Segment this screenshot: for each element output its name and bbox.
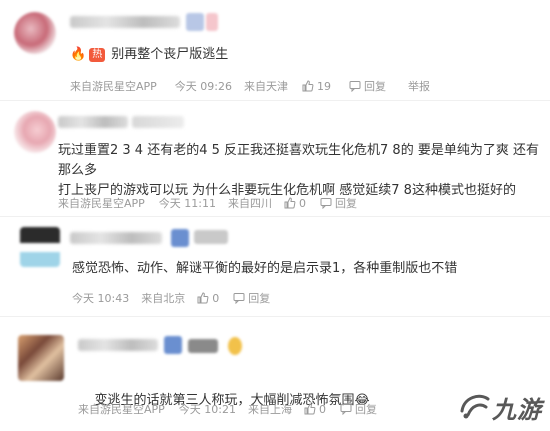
comment-meta: 今天 10:43 来自北京 0 回复 xyxy=(72,290,270,306)
username-blurred[interactable] xyxy=(70,16,180,28)
user-badge-blurred xyxy=(188,339,218,353)
reply-button[interactable]: 回复 xyxy=(248,290,270,306)
like-count[interactable]: 0 xyxy=(319,403,326,416)
thumb-up-icon[interactable] xyxy=(302,80,314,92)
comment-icon[interactable] xyxy=(320,197,332,209)
ninegame-logo-icon xyxy=(458,391,492,425)
user-badge-blurred xyxy=(171,229,189,247)
user-badge-blurred xyxy=(186,13,204,31)
user-badge-blurred xyxy=(228,337,242,355)
comment-3: 感觉恐怖、动作、解谜平衡的最好的是启示录1，各种重制版也不错 今天 10:43 … xyxy=(0,217,550,313)
avatar[interactable] xyxy=(14,12,56,54)
comment-1: 🔥 热 别再整个丧尸版逃生 来自游民星空APP 今天 09:26 来自天津 19… xyxy=(0,0,550,100)
avatar[interactable] xyxy=(20,227,60,267)
timestamp: 今天 10:43 xyxy=(72,292,130,305)
comment-body: 别再整个丧尸版逃生 xyxy=(111,47,229,62)
watermark: 九游 xyxy=(458,390,542,425)
like-count[interactable]: 19 xyxy=(317,80,331,93)
comment-body: 感觉恐怖、动作、解谜平衡的最好的是启示录1，各种重制版也不错 xyxy=(72,261,458,276)
location-label: 来自天津 xyxy=(244,80,288,93)
username-blurred[interactable] xyxy=(58,116,128,128)
username-blurred xyxy=(132,116,184,128)
comment-icon[interactable] xyxy=(349,80,361,92)
comment-icon[interactable] xyxy=(233,292,245,304)
avatar[interactable] xyxy=(14,111,56,153)
report-button[interactable]: 举报 xyxy=(408,78,430,94)
location-label: 来自四川 xyxy=(228,197,272,210)
username-blurred[interactable] xyxy=(78,339,158,351)
comment-body: 玩过重置2 3 4 还有老的4 5 反正我还挺喜欢玩生化危机7 8的 要是单纯为… xyxy=(58,143,539,198)
location-label: 来自北京 xyxy=(141,292,186,305)
user-badge-blurred xyxy=(164,336,182,354)
hot-badge: 热 xyxy=(89,48,106,62)
fire-icon: 🔥 xyxy=(70,47,87,62)
user-badge-blurred xyxy=(206,13,218,31)
watermark-text: 九游 xyxy=(492,395,542,424)
comment-icon[interactable] xyxy=(340,403,352,415)
timestamp: 今天 11:11 xyxy=(158,197,216,210)
thumb-up-icon[interactable] xyxy=(197,292,209,304)
comment-meta: 来自游民星空APP 今天 09:26 来自天津 19 回复 举报 xyxy=(70,78,430,94)
reply-button[interactable]: 回复 xyxy=(335,195,357,211)
username-blurred[interactable] xyxy=(70,232,162,244)
source-label: 来自游民星空APP xyxy=(58,197,145,210)
comment-2: 玩过重置2 3 4 还有老的4 5 反正我还挺喜欢玩生化危机7 8的 要是单纯为… xyxy=(0,101,550,215)
comment-meta: 来自游民星空APP 今天 11:11 来自四川 0 回复 xyxy=(58,195,357,211)
source-label: 来自游民星空APP xyxy=(78,403,165,416)
user-badge-blurred xyxy=(194,230,228,244)
timestamp: 今天 09:26 xyxy=(174,80,232,93)
comment-text: 🔥 热 别再整个丧尸版逃生 xyxy=(70,45,228,65)
reply-button[interactable]: 回复 xyxy=(364,78,386,94)
timestamp: 今天 10:21 xyxy=(178,403,236,416)
comment-meta: 来自游民星空APP 今天 10:21 来自上海 0 回复 xyxy=(78,401,377,417)
like-count[interactable]: 0 xyxy=(212,292,219,305)
like-count[interactable]: 0 xyxy=(299,197,306,210)
location-label: 来自上海 xyxy=(248,403,292,416)
source-label: 来自游民星空APP xyxy=(70,80,157,93)
thumb-up-icon[interactable] xyxy=(304,403,316,415)
avatar[interactable] xyxy=(18,335,64,381)
reply-button[interactable]: 回复 xyxy=(355,401,377,417)
thumb-up-icon[interactable] xyxy=(284,197,296,209)
